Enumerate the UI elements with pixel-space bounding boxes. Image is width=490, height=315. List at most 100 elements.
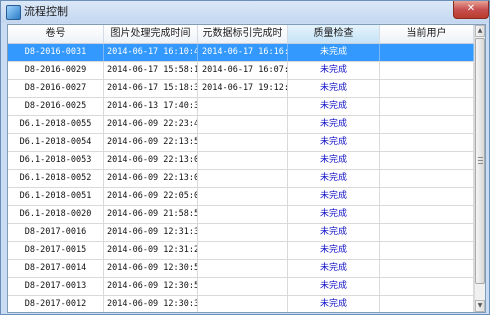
- cell-meta-done: 2014-06-17 19:12:49: [198, 80, 288, 97]
- app-icon: [6, 5, 21, 20]
- cell-image-done: 2014-06-09 22:13:50: [104, 134, 198, 151]
- cell-image-done: 2014-06-09 12:30:50: [104, 278, 198, 295]
- cell-quality-check: 未完成: [288, 278, 380, 295]
- cell-current-user: [380, 62, 474, 79]
- cell-image-done: 2014-06-09 12:31:23: [104, 242, 198, 259]
- column-header-current-user[interactable]: 当前用户: [380, 25, 474, 43]
- cell-volume: D6.1-2018-0052: [8, 170, 104, 187]
- cell-image-done: 2014-06-09 22:05:09: [104, 188, 198, 205]
- cell-meta-done: [198, 98, 288, 115]
- table-row[interactable]: D6.1-2018-0051 2014-06-09 22:05:09 未完成: [8, 188, 474, 206]
- cell-current-user: [380, 152, 474, 169]
- cell-volume: D6.1-2018-0055: [8, 116, 104, 133]
- cell-image-done: 2014-06-09 12:30:59: [104, 260, 198, 277]
- cell-volume: D6.1-2018-0053: [8, 152, 104, 169]
- grid-rows: D8-2016-0031 2014-06-17 16:10:46 2014-06-1…: [8, 44, 474, 312]
- cell-current-user: [380, 134, 474, 151]
- scroll-thumb[interactable]: [475, 38, 485, 284]
- cell-image-done: 2014-06-09 12:30:38: [104, 296, 198, 312]
- cell-image-done: 2014-06-17 15:18:38: [104, 80, 198, 97]
- cell-quality-check: 未完成: [288, 170, 380, 187]
- table-row[interactable]: D8-2017-0014 2014-06-09 12:30:59 未完成: [8, 260, 474, 278]
- cell-volume: D8-2016-0027: [8, 80, 104, 97]
- cell-current-user: [380, 296, 474, 312]
- cell-meta-done: [198, 116, 288, 133]
- cell-volume: D8-2017-0012: [8, 296, 104, 312]
- cell-volume: D6.1-2018-0020: [8, 206, 104, 223]
- cell-image-done: 2014-06-09 22:23:47: [104, 116, 198, 133]
- table-row[interactable]: D6.1-2018-0052 2014-06-09 22:13:00 未完成: [8, 170, 474, 188]
- window-title: 流程控制: [24, 5, 68, 18]
- cell-meta-done: [198, 152, 288, 169]
- table-row[interactable]: D8-2017-0015 2014-06-09 12:31:23 未完成: [8, 242, 474, 260]
- table-row[interactable]: D8-2016-0029 2014-06-17 15:58:15 2014-06-1…: [8, 62, 474, 80]
- cell-image-done: 2014-06-09 22:13:00: [104, 170, 198, 187]
- grid-header: 卷号 图片处理完成时间 元数据标引完成时间 质量检查 当前用户: [8, 25, 474, 57]
- cell-current-user: [380, 206, 474, 223]
- title-bar[interactable]: 流程控制 ✕: [1, 1, 489, 23]
- cell-quality-check: 未完成: [288, 134, 380, 151]
- cell-volume: D8-2017-0014: [8, 260, 104, 277]
- table-row[interactable]: D8-2017-0013 2014-06-09 12:30:50 未完成: [8, 278, 474, 296]
- cell-volume: D6.1-2018-0054: [8, 134, 104, 151]
- cell-volume: D8-2016-0029: [8, 62, 104, 79]
- cell-quality-check: 未完成: [288, 242, 380, 259]
- table-row[interactable]: D8-2016-0025 2014-06-13 17:40:38 未完成: [8, 98, 474, 116]
- table-row[interactable]: D8-2016-0027 2014-06-17 15:18:38 2014-06-1…: [8, 80, 474, 98]
- cell-current-user: [380, 224, 474, 241]
- cell-quality-check: 未完成: [288, 62, 380, 79]
- cell-current-user: [380, 170, 474, 187]
- cell-meta-done: [198, 260, 288, 277]
- cell-quality-check: 未完成: [288, 116, 380, 133]
- cell-current-user: [380, 44, 474, 61]
- cell-image-done: 2014-06-09 21:58:54: [104, 206, 198, 223]
- cell-quality-check: 未完成: [288, 296, 380, 312]
- cell-quality-check: 未完成: [288, 188, 380, 205]
- grip-line: [478, 163, 483, 164]
- cell-current-user: [380, 260, 474, 277]
- cell-volume: D8-2017-0015: [8, 242, 104, 259]
- cell-quality-check: 未完成: [288, 80, 380, 97]
- cell-meta-done: [198, 224, 288, 241]
- cell-image-done: 2014-06-17 16:10:46: [104, 44, 198, 61]
- cell-meta-done: [198, 170, 288, 187]
- table-row[interactable]: D6.1-2018-0055 2014-06-09 22:23:47 未完成: [8, 116, 474, 134]
- column-header-quality-check[interactable]: 质量检查: [288, 25, 380, 43]
- scroll-down-icon[interactable]: ▼: [475, 300, 485, 312]
- cell-meta-done: [198, 188, 288, 205]
- table-row[interactable]: D6.1-2018-0020 2014-06-09 21:58:54 未完成: [8, 206, 474, 224]
- cell-meta-done: [198, 278, 288, 295]
- cell-meta-done: [198, 206, 288, 223]
- table-row[interactable]: D8-2016-0031 2014-06-17 16:10:46 2014-06-1…: [8, 44, 474, 62]
- flow-control-window: 流程控制 ✕ 卷号 图片处理完成时间 元数据标引完成时间 质量检查 当前用户 D…: [0, 0, 490, 315]
- close-button[interactable]: ✕: [453, 1, 489, 19]
- cell-current-user: [380, 188, 474, 205]
- cell-volume: D8-2017-0013: [8, 278, 104, 295]
- cell-meta-done: [198, 296, 288, 312]
- scroll-up-icon[interactable]: ▲: [475, 25, 485, 37]
- cell-quality-check: 未完成: [288, 98, 380, 115]
- vertical-scrollbar[interactable]: ▲ ▼: [474, 25, 485, 312]
- column-header-volume[interactable]: 卷号: [8, 25, 104, 43]
- table-row[interactable]: D6.1-2018-0053 2014-06-09 22:13:01 未完成: [8, 152, 474, 170]
- cell-volume: D8-2016-0025: [8, 98, 104, 115]
- cell-meta-done: [198, 242, 288, 259]
- table-row[interactable]: D8-2017-0016 2014-06-09 12:31:31 未完成: [8, 224, 474, 242]
- cell-meta-done: [198, 134, 288, 151]
- cell-current-user: [380, 80, 474, 97]
- column-header-meta-done[interactable]: 元数据标引完成时间: [198, 25, 288, 57]
- grip-line: [478, 157, 483, 158]
- cell-volume: D8-2016-0031: [8, 44, 104, 61]
- data-grid: 卷号 图片处理完成时间 元数据标引完成时间 质量检查 当前用户 D8-2016-…: [7, 24, 486, 313]
- table-row[interactable]: D8-2017-0012 2014-06-09 12:30:38 未完成: [8, 296, 474, 312]
- cell-quality-check: 未完成: [288, 260, 380, 277]
- cell-meta-done: 2014-06-17 16:07:06: [198, 62, 288, 79]
- column-header-image-done[interactable]: 图片处理完成时间: [104, 25, 198, 43]
- cell-quality-check: 未完成: [288, 206, 380, 223]
- cell-image-done: 2014-06-09 22:13:01: [104, 152, 198, 169]
- table-row[interactable]: D6.1-2018-0054 2014-06-09 22:13:50 未完成: [8, 134, 474, 152]
- cell-image-done: 2014-06-09 12:31:31: [104, 224, 198, 241]
- cell-current-user: [380, 116, 474, 133]
- cell-quality-check: 未完成: [288, 224, 380, 241]
- cell-quality-check: 未完成: [288, 152, 380, 169]
